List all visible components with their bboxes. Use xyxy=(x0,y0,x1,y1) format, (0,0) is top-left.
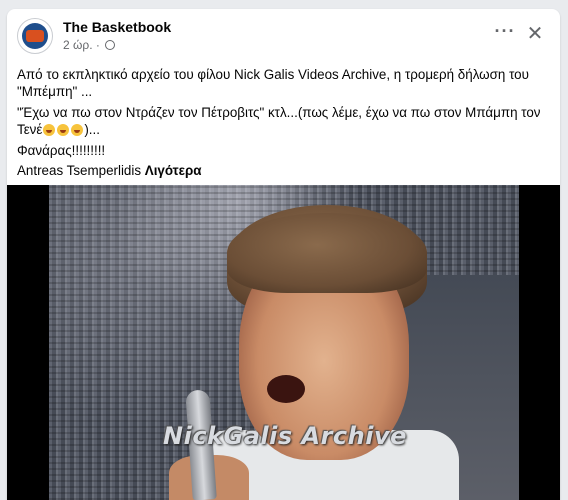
page-avatar[interactable] xyxy=(17,18,53,54)
laughing-emoji-icon xyxy=(43,124,56,136)
video-watermark: NickGalis Archive xyxy=(163,422,407,450)
post-text-line-2-end: )... xyxy=(84,122,100,137)
post-card: The Basketbook 2 ώρ. · ··· ✕ Από το εκπλ… xyxy=(7,9,560,500)
post-time-link[interactable]: 2 ώρ. · xyxy=(63,38,100,52)
post-text-line-4: Antreas Tsemperlidis Λιγότερα xyxy=(17,162,547,179)
post-text-line-1: Από το εκπληκτικό αρχείο του φίλου Nick … xyxy=(17,67,529,99)
video-player-mouth xyxy=(267,375,305,403)
more-horizontal-icon: ··· xyxy=(494,21,516,41)
page-name-link[interactable]: The Basketbook xyxy=(63,19,171,35)
post-text-credit: Antreas Tsemperlidis xyxy=(17,163,142,178)
laughing-emoji-icon xyxy=(71,124,84,136)
laughing-emoji-icon xyxy=(57,124,70,136)
close-icon: ✕ xyxy=(526,23,544,45)
post-meta: 2 ώρ. · xyxy=(63,38,116,52)
avatar-badge-icon xyxy=(26,30,44,42)
video-player-fringe xyxy=(227,213,427,293)
more-options-button[interactable]: ··· xyxy=(491,21,519,45)
close-button[interactable]: ✕ xyxy=(522,22,548,48)
post-header: The Basketbook 2 ώρ. · ··· ✕ xyxy=(7,9,560,61)
post-video[interactable]: NickGalis Archive xyxy=(7,185,560,500)
see-less-link[interactable]: Λιγότερα xyxy=(145,163,202,178)
post-text-line-2: "Έχω να πω στον Ντράζεν τον Πέτροβιτς" κ… xyxy=(17,104,547,138)
post-text-line-3: Φανάρας!!!!!!!!! xyxy=(17,143,106,158)
video-frame: NickGalis Archive xyxy=(49,185,519,500)
globe-icon xyxy=(105,40,116,50)
